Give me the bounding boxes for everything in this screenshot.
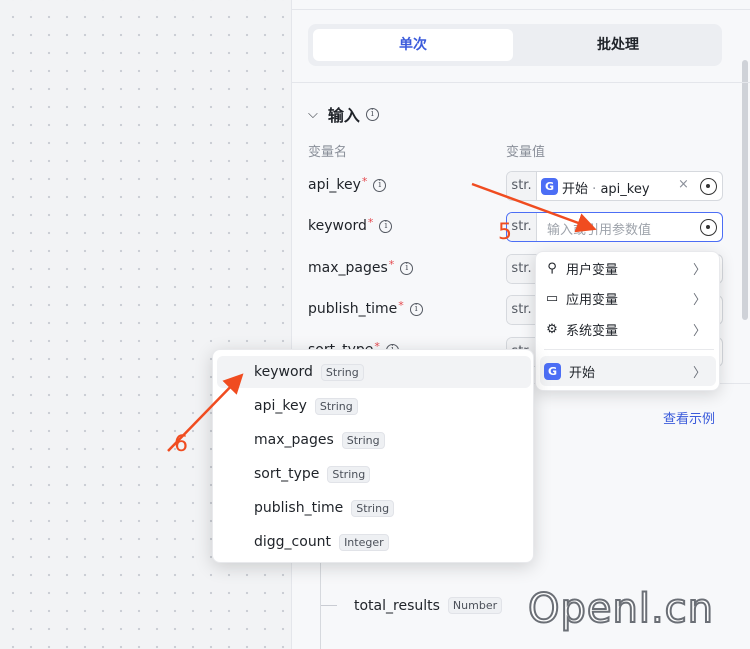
annotation-step-6: 6 xyxy=(174,432,188,457)
annotation-arrows xyxy=(167,182,597,452)
annotation-arrow-5 xyxy=(471,182,597,233)
annotation-step-5: 5 xyxy=(498,220,512,245)
watermark-logo: Openl.cn xyxy=(527,585,715,633)
